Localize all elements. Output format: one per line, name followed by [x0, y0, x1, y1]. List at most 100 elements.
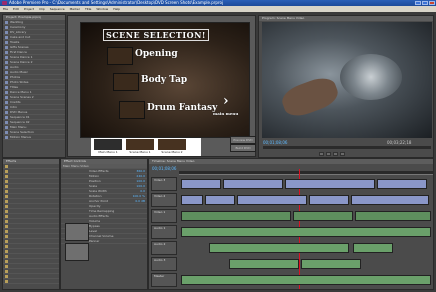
timeline-clip[interactable] [309, 195, 349, 205]
timeline-clip[interactable] [181, 227, 431, 237]
play-icon[interactable] [326, 151, 331, 156]
menu-sequence[interactable]: Sequence [50, 6, 65, 12]
timeline-clip[interactable] [181, 211, 291, 221]
timeline-clip[interactable] [223, 179, 283, 189]
preview-dvd-button[interactable]: Preview DVD [230, 136, 256, 144]
build-dvd-button[interactable]: Build DVD [230, 144, 256, 152]
main-menu-link[interactable]: main menu [213, 111, 238, 116]
property-value[interactable]: 0.0 dB [135, 199, 145, 203]
track-header[interactable]: Master [151, 273, 177, 287]
menu-button-opening[interactable]: Opening [135, 49, 178, 59]
menu-preview[interactable]: SCENE SELECTION! Opening Body Tap Drum F… [80, 22, 250, 138]
menu-project[interactable]: Project [24, 6, 34, 12]
next-arrow-icon[interactable]: › [223, 93, 229, 109]
timeline-clip[interactable] [355, 211, 431, 221]
menu-thumb-scene-1[interactable]: Scene Menu 1 [126, 139, 154, 155]
thumb-image [126, 139, 154, 150]
button-thumb-1[interactable] [107, 47, 133, 65]
menu-button-body-tap[interactable]: Body Tap [141, 75, 187, 85]
program-tab[interactable]: Program: Scene Menu Video [259, 16, 433, 21]
turntable-image [340, 54, 402, 100]
clip-icon [5, 100, 8, 104]
timeline-clip[interactable] [351, 195, 429, 205]
folder-icon [5, 224, 8, 228]
timeline-clip[interactable] [377, 179, 427, 189]
menu-edit[interactable]: Edit [13, 6, 19, 12]
property-label: Time Remapping [89, 209, 115, 213]
track-header[interactable]: Audio 2 [151, 241, 177, 255]
track-header[interactable]: Audio 3 [151, 257, 177, 271]
program-scrubber[interactable] [263, 146, 431, 149]
close-button[interactable] [429, 1, 435, 5]
timeline-clip[interactable] [229, 259, 299, 269]
button-thumb-3[interactable] [119, 101, 145, 119]
project-item-label: Gifts Scenes [10, 45, 29, 49]
folder-icon [5, 164, 8, 168]
track-header[interactable]: Video 1 [151, 209, 177, 223]
property-label: Motion [89, 174, 100, 178]
hand-image [278, 73, 342, 121]
step-forward-icon[interactable] [333, 151, 338, 156]
effects-list [3, 164, 59, 284]
minimize-button[interactable] [415, 1, 421, 5]
clip-icon [5, 30, 8, 34]
folder-icon [5, 179, 8, 183]
folder-icon [5, 259, 8, 263]
menu-help[interactable]: Help [113, 6, 120, 12]
property-label: Volume [89, 219, 101, 223]
property-label: Position [89, 179, 101, 183]
property-value[interactable]: 360.0 [136, 169, 145, 173]
maximize-button[interactable] [422, 1, 428, 5]
folder-icon [5, 209, 8, 213]
timeline-clip[interactable] [353, 243, 393, 253]
property-value[interactable]: 240.0 [136, 174, 145, 178]
property-label: Level [89, 229, 97, 233]
menu-marker[interactable]: Marker [70, 6, 80, 12]
clip-icon [5, 115, 8, 119]
timeline-clip[interactable] [301, 259, 361, 269]
timeline-clip[interactable] [181, 275, 431, 285]
loop-icon[interactable] [340, 151, 345, 156]
program-monitor: Program: Scene Menu Video 00;01;08;06 00… [258, 15, 434, 158]
timeline-clip[interactable] [205, 195, 235, 205]
track-header[interactable]: Audio 1 [151, 225, 177, 239]
clip-icon [5, 65, 8, 69]
menu-button-drum-fantasy[interactable]: Drum Fantasy [147, 103, 217, 113]
project-item-label: Wedding [10, 20, 24, 24]
project-item[interactable]: Motion Menus [3, 135, 65, 140]
timeline-clip[interactable] [209, 243, 349, 253]
menu-clip[interactable]: Clip [39, 6, 45, 12]
timeline-clip[interactable] [181, 195, 203, 205]
track-header[interactable]: Video 2 [151, 193, 177, 207]
property-value[interactable]: 0.0 [140, 189, 145, 193]
track-header[interactable]: Video 3 [151, 177, 177, 191]
thumb-image [94, 139, 122, 150]
timeline-tab[interactable]: Timeline: Scene Menu Video [149, 159, 433, 164]
folder-icon [5, 229, 8, 233]
timeline-clip[interactable] [293, 211, 353, 221]
effects-item[interactable] [3, 279, 59, 284]
property-value[interactable]: 100.0 [136, 179, 145, 183]
button-thumb-2[interactable] [113, 73, 139, 91]
timeline-clip[interactable] [181, 179, 221, 189]
clip-icon [5, 75, 8, 79]
property-value[interactable]: 100.0 % [133, 194, 145, 198]
timeline-clip[interactable] [285, 179, 375, 189]
menu-file[interactable]: File [3, 6, 8, 12]
program-timecode-current: 00;01;08;06 [263, 140, 288, 145]
step-back-icon[interactable] [319, 151, 324, 156]
menu-title[interactable]: Title [85, 6, 91, 12]
project-item-label: Ceremony [10, 25, 26, 29]
menu-window[interactable]: Window [96, 6, 108, 12]
property-value[interactable]: 100.0 [136, 184, 145, 188]
folder-icon [5, 279, 8, 283]
folder-icon [5, 234, 8, 238]
project-item-label: Scene Dance 1 [10, 55, 33, 59]
project-item-label: Scene Scenes 2 [10, 95, 34, 99]
menu-thumb-main[interactable]: Main Menu 1 [94, 139, 122, 155]
clip-icon [5, 35, 8, 39]
timeline-clip[interactable] [237, 195, 307, 205]
menu-thumb-scene-2[interactable]: Scene Menu 2 [158, 139, 186, 155]
project-item-label: Sequence 01 [10, 115, 30, 119]
time-ruler[interactable] [179, 171, 433, 175]
